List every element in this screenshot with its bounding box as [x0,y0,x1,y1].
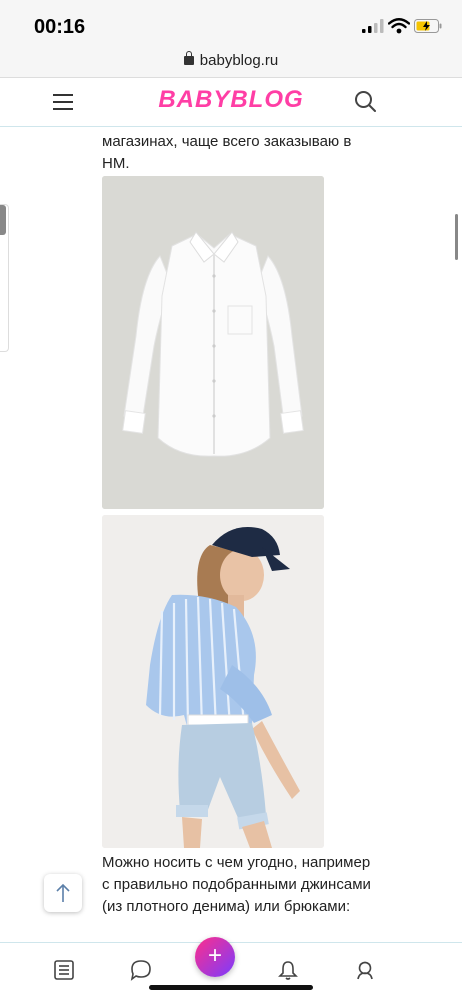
scroll-to-top-button[interactable] [44,874,82,912]
article-paragraph: магазинах, чаще всего заказываю в НМ. [102,133,352,172]
feed-icon[interactable] [53,959,75,981]
url-text: babyblog.ru [199,52,279,69]
wifi-icon [388,18,410,34]
site-logo[interactable]: BABYBLOG [0,86,462,114]
article-image-white-shirt[interactable] [102,176,324,509]
battery-charging-icon [414,19,442,33]
side-panel-tab[interactable] [0,204,9,352]
cellular-signal-icon [362,19,384,33]
address-bar[interactable]: babyblog.ru [0,44,462,78]
article-paragraph: Можно носить с чем угодно, например с пр… [102,854,371,915]
url-display[interactable]: babyblog.ru [0,51,462,69]
article-image-model-striped-shirt[interactable] [102,515,324,848]
search-icon[interactable] [354,90,376,112]
status-bar: 00:16 [0,0,462,44]
arrow-up-icon [56,883,70,902]
bell-icon[interactable] [277,959,299,981]
chat-icon[interactable] [130,959,152,981]
add-post-button[interactable]: + [195,937,235,977]
status-time: 00:16 [34,16,86,38]
lock-icon [183,51,194,65]
plus-icon: + [207,942,222,969]
home-indicator[interactable] [149,985,313,990]
profile-icon[interactable] [354,959,376,981]
scrollbar[interactable] [455,214,458,260]
